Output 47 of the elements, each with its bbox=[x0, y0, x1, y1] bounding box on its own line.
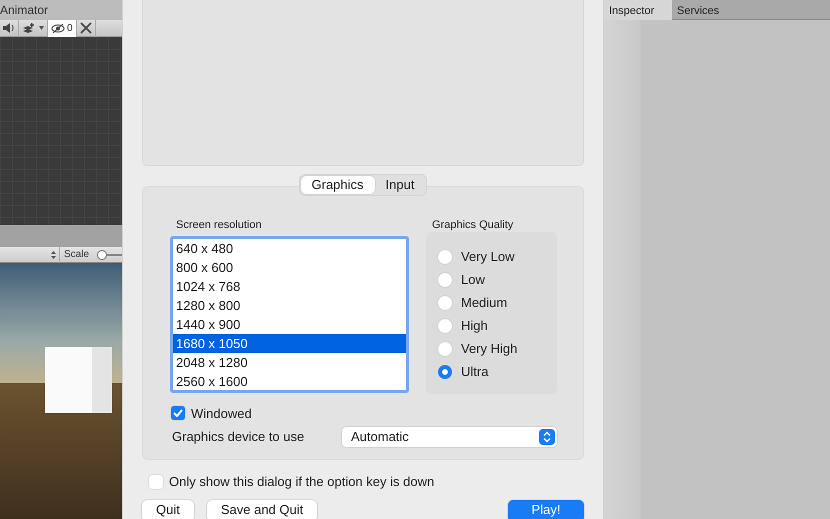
radio-label: Very Low bbox=[461, 248, 514, 266]
checkmark-icon bbox=[173, 409, 183, 418]
list-item[interactable]: 640 x 480 bbox=[173, 238, 406, 258]
list-item[interactable]: 800 x 600 bbox=[173, 258, 406, 276]
radio-button[interactable] bbox=[438, 273, 452, 287]
radio-button[interactable] bbox=[438, 319, 452, 333]
eye-slash-icon[interactable] bbox=[51, 24, 65, 32]
tab[interactable]: Graphics bbox=[300, 176, 375, 194]
radio-button[interactable] bbox=[438, 365, 452, 379]
radio-label: Medium bbox=[461, 294, 508, 312]
button[interactable]: Play! bbox=[508, 500, 584, 519]
button[interactable]: Save and Quit bbox=[206, 500, 318, 519]
radio-button[interactable] bbox=[438, 342, 452, 356]
speaker-icon[interactable] bbox=[3, 23, 15, 33]
checkbox-label: Windowed bbox=[191, 404, 252, 422]
checkbox[interactable] bbox=[171, 406, 185, 420]
panel-title: Animator bbox=[0, 3, 48, 17]
field-label: Graphics Quality bbox=[431, 218, 514, 233]
list-item[interactable]: 1024 x 768 bbox=[173, 276, 406, 296]
dropdown-arrows-icon[interactable] bbox=[51, 250, 56, 258]
radio-button[interactable] bbox=[438, 250, 452, 264]
field-label: Graphics device to use bbox=[172, 428, 306, 446]
radio-label: Low bbox=[461, 271, 485, 290]
tab[interactable]: Inspector bbox=[604, 0, 672, 20]
list-item[interactable]: 1440 x 900 bbox=[173, 314, 406, 334]
resolution-list[interactable]: 640 x 480 800 x 600 1024 x 768 1280 x 800 1440 x 900 1680 x 1050 2048 x 1280 2560 x 1600 bbox=[170, 236, 409, 392]
layers-icon[interactable] bbox=[22, 22, 35, 34]
device-select[interactable]: Automatic bbox=[342, 427, 557, 447]
button[interactable]: Quit bbox=[142, 500, 194, 519]
scale-label: Scale bbox=[63, 248, 90, 262]
list-item[interactable]: 1280 x 800 bbox=[173, 296, 406, 314]
stepper-icon bbox=[539, 429, 555, 445]
list-item[interactable]: 1680 x 1050 bbox=[173, 334, 406, 352]
hidden-count: 0 bbox=[67, 22, 73, 36]
radio-button[interactable] bbox=[438, 296, 452, 310]
radio-label: Very High bbox=[461, 340, 518, 358]
checkbox-label: Only show this dialog if the option key is down bbox=[169, 473, 434, 491]
caret-icon[interactable] bbox=[39, 26, 44, 30]
radio-label: Ultra bbox=[461, 363, 488, 382]
tab[interactable]: Input bbox=[374, 176, 426, 194]
slider-thumb[interactable] bbox=[97, 250, 108, 260]
radio-label: High bbox=[461, 317, 488, 336]
list-item[interactable]: 2560 x 1600 bbox=[173, 372, 406, 390]
tab[interactable]: Services bbox=[672, 0, 724, 20]
field-label: Screen resolution bbox=[175, 218, 263, 233]
list-item[interactable]: 2048 x 1280 bbox=[173, 352, 406, 372]
checkbox[interactable] bbox=[149, 474, 163, 489]
